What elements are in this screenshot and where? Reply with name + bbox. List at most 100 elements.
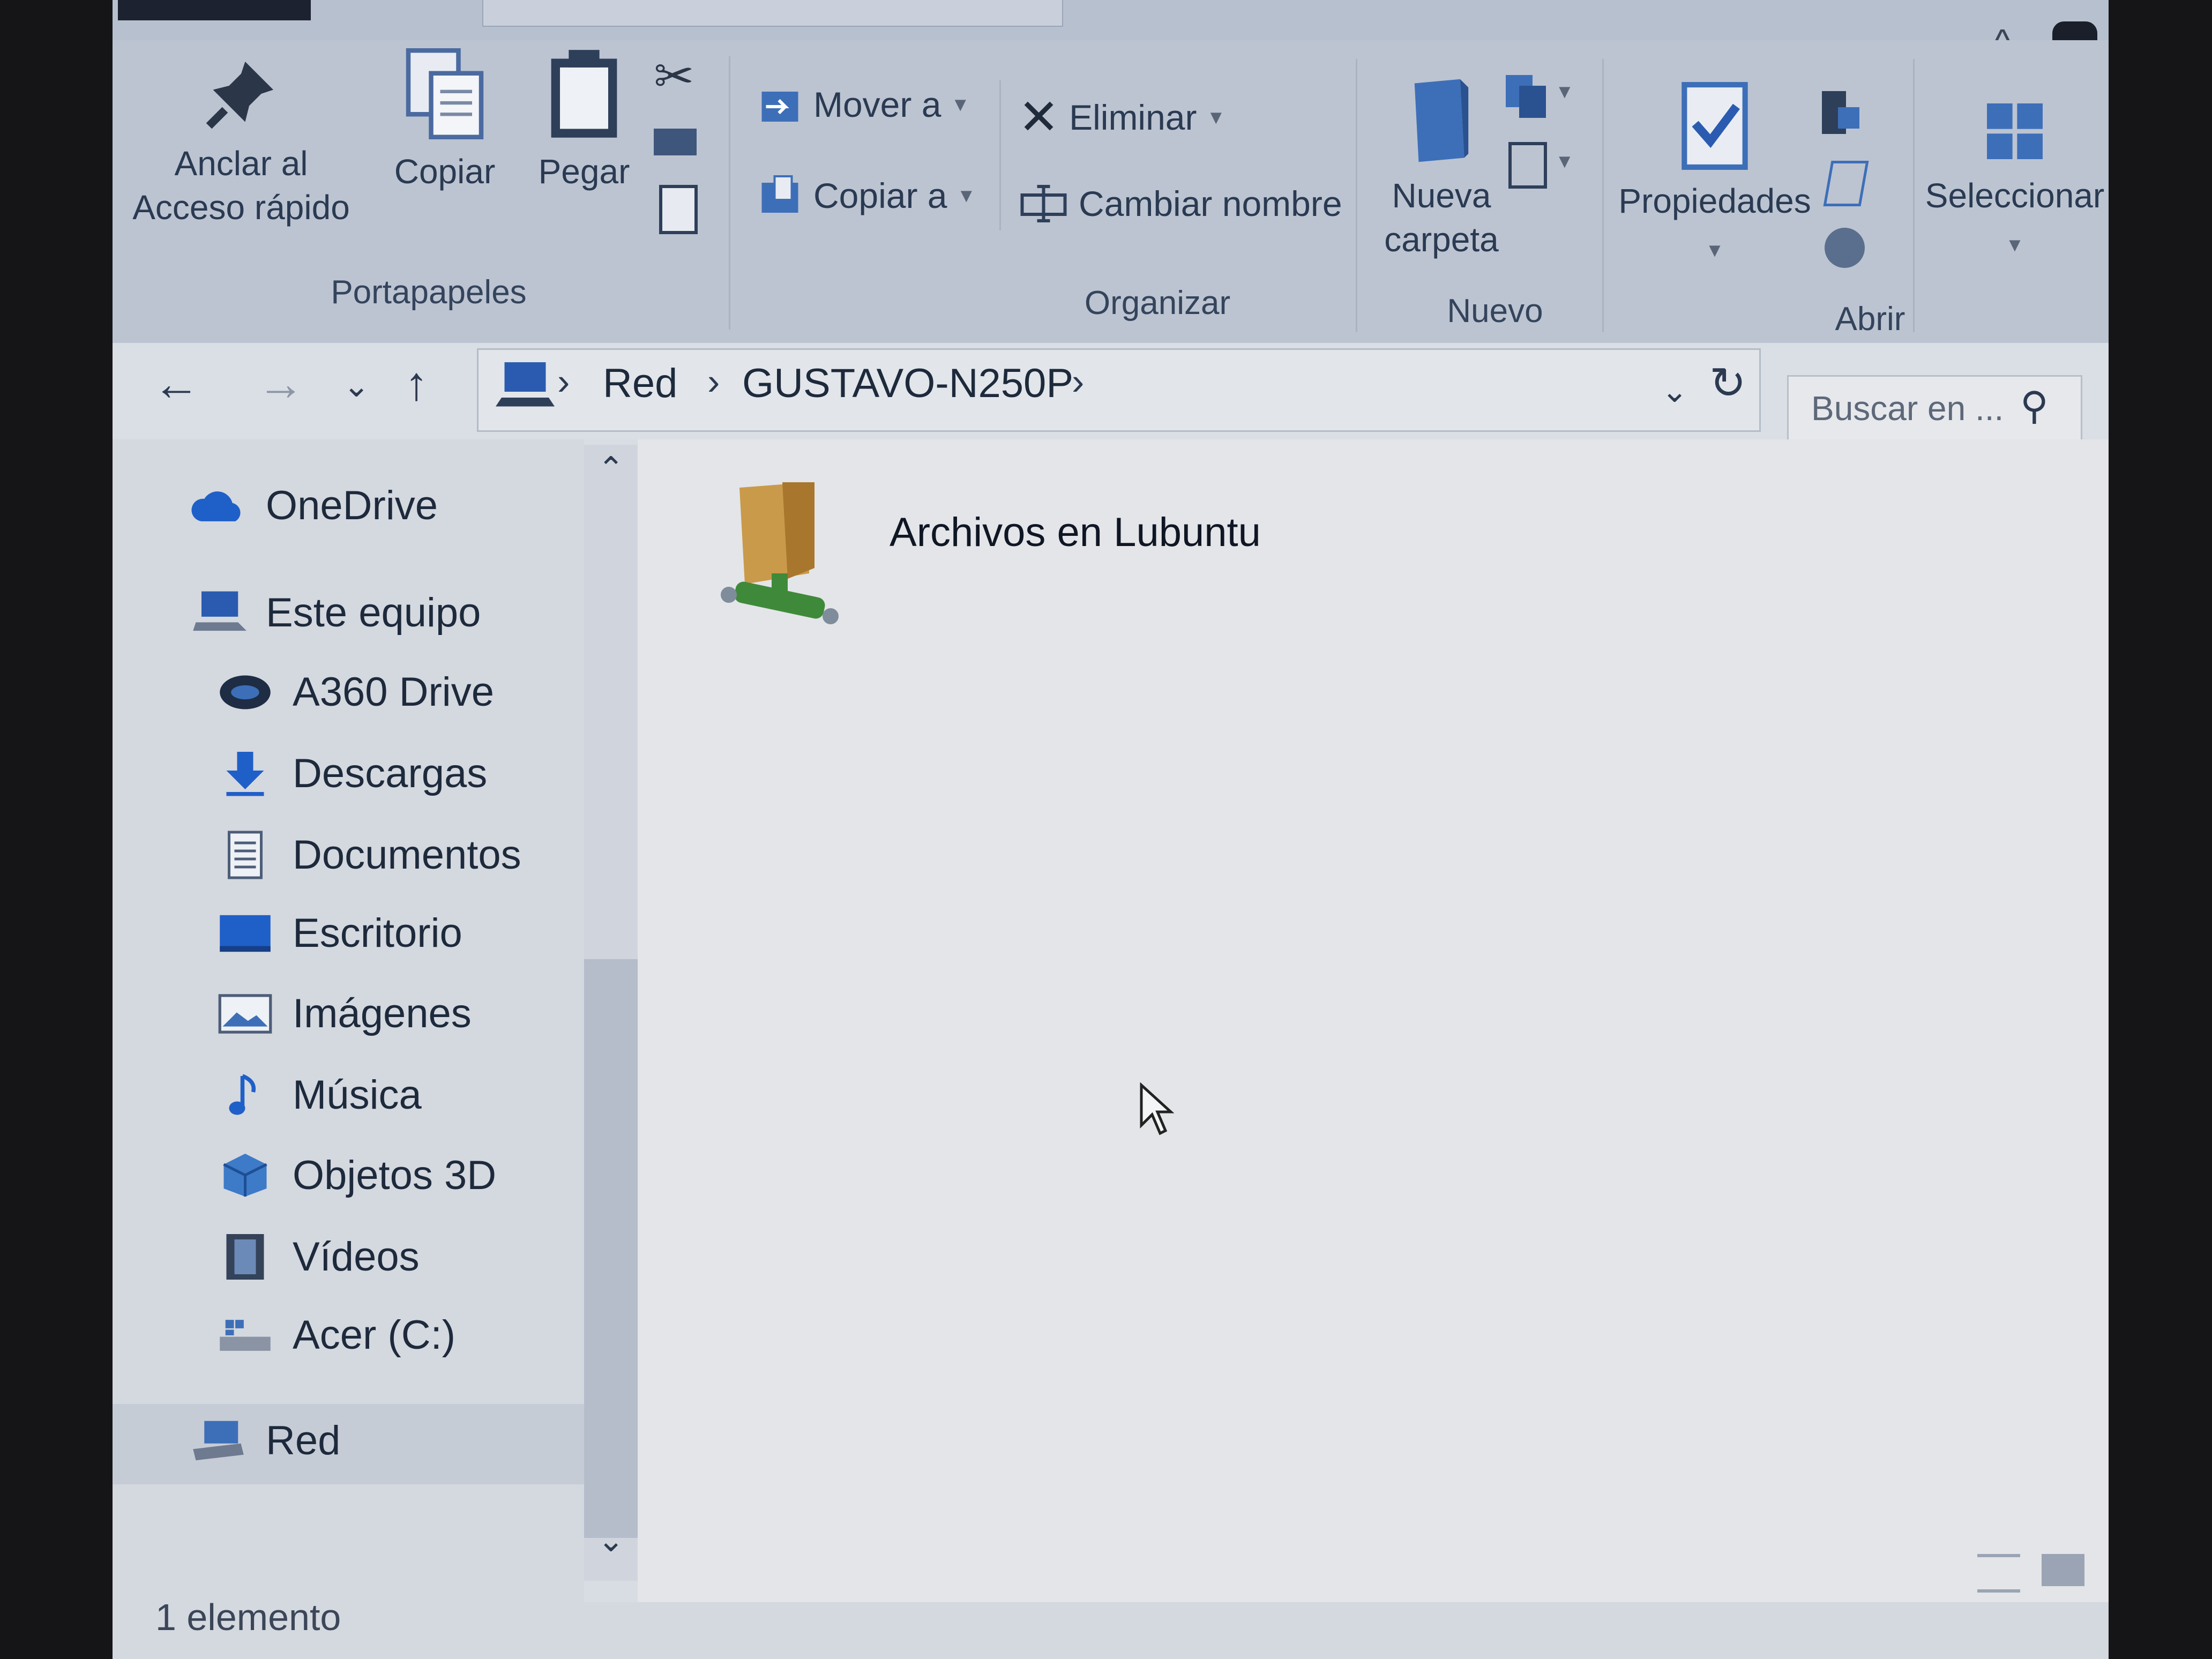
desktop-icon xyxy=(220,915,271,952)
search-placeholder: Buscar en ... xyxy=(1811,389,2004,428)
pin-label-line2: Acceso rápido xyxy=(132,188,350,227)
breadcrumb-chevron-icon[interactable]: › xyxy=(1072,360,1084,403)
copy-label: Copiar xyxy=(394,152,496,191)
tab-archivo[interactable] xyxy=(118,0,311,20)
delete-label: Eliminar xyxy=(1069,97,1197,137)
pin-quick-access-button[interactable]: Anclar al Acceso rápido xyxy=(123,54,359,229)
breadcrumb-red[interactable]: Red xyxy=(603,360,677,407)
properties-label: Propiedades xyxy=(1618,182,1811,220)
chevron-down-icon: ▼ xyxy=(956,184,976,206)
network-icon xyxy=(193,1421,244,1461)
easy-access-icon[interactable]: ▼ xyxy=(1506,139,1574,189)
group-separator xyxy=(1602,59,1604,332)
copy-to-button[interactable]: Copiar a ▼ xyxy=(758,174,976,217)
sidebar-item-label: Imágenes xyxy=(293,991,472,1036)
group-separator xyxy=(729,56,730,330)
copy-to-icon xyxy=(761,175,798,213)
scroll-up-chevron-icon[interactable]: ⌃ xyxy=(597,450,624,488)
select-button[interactable]: Seleccionar ▼ xyxy=(1918,96,2109,267)
forward-arrow-icon[interactable]: → xyxy=(257,356,304,411)
select-grid-icon xyxy=(1987,103,2043,159)
sidebar-item-label: Red xyxy=(266,1418,341,1463)
sidebar-item-label: A360 Drive xyxy=(293,669,494,715)
breadcrumb-chevron-icon: › xyxy=(557,361,570,402)
tab-inicio[interactable] xyxy=(482,0,1063,27)
copy-to-label: Copiar a xyxy=(813,176,947,215)
recent-locations-chevron-icon[interactable]: ⌄ xyxy=(343,367,370,405)
scroll-down-chevron-icon[interactable]: ⌄ xyxy=(597,1522,624,1559)
sidebar-item-label: Música xyxy=(293,1072,422,1118)
large-icons-view-icon[interactable] xyxy=(2042,1554,2084,1586)
sidebar-item-este-equipo[interactable]: Este equipo xyxy=(190,588,481,637)
up-arrow-icon[interactable]: ↑ xyxy=(405,356,428,411)
history-icon[interactable] xyxy=(1825,228,1865,268)
chevron-down-icon: ▼ xyxy=(2005,234,2024,256)
group-separator xyxy=(1913,59,1915,332)
nav-scrollbar-thumb[interactable] xyxy=(584,959,638,1538)
refresh-icon[interactable]: ↻ xyxy=(1709,358,1746,409)
copy-path-icon[interactable] xyxy=(654,129,697,155)
shared-folder-icon xyxy=(721,482,839,624)
sidebar-item-label: Acer (C:) xyxy=(293,1312,455,1358)
sidebar-item-objetos-3d[interactable]: Objetos 3D xyxy=(217,1151,496,1199)
breadcrumb-gustavo[interactable]: GUSTAVO-N250P xyxy=(742,360,1073,407)
sidebar-item-label: Vídeos xyxy=(293,1234,420,1280)
details-view-icon[interactable] xyxy=(1977,1554,2020,1593)
pin-label-line1: Anclar al xyxy=(174,144,308,183)
back-arrow-icon[interactable]: ← xyxy=(153,356,200,411)
film-icon xyxy=(226,1234,264,1280)
paste-shortcut-icon[interactable] xyxy=(659,185,698,234)
properties-button[interactable]: Propiedades ▼ xyxy=(1613,80,1817,272)
rename-button[interactable]: Cambiar nombre xyxy=(1018,182,1342,225)
rename-label: Cambiar nombre xyxy=(1079,184,1342,223)
chevron-down-icon: ▼ xyxy=(1705,239,1724,261)
delete-x-icon: ✕ xyxy=(1018,90,1060,145)
group-label-abrir: Abrir xyxy=(1835,301,1905,338)
sidebar-item-a360-drive[interactable]: A360 Drive xyxy=(217,669,494,715)
document-icon xyxy=(228,831,263,879)
cube-3d-icon xyxy=(223,1154,267,1197)
pin-icon xyxy=(206,62,273,129)
move-to-label: Mover a xyxy=(813,85,941,124)
sidebar-item-escritorio[interactable]: Escritorio xyxy=(217,910,462,956)
status-item-count: 1 elemento xyxy=(155,1596,341,1638)
sidebar-item-imagenes[interactable]: Imágenes xyxy=(217,990,472,1037)
select-label: Seleccionar xyxy=(1925,176,2105,215)
a360-drive-icon xyxy=(220,675,271,709)
edit-icon[interactable] xyxy=(1823,161,1869,206)
network-computer-icon xyxy=(496,362,555,407)
cut-icon[interactable]: ✂ xyxy=(654,48,694,104)
sidebar-item-descargas[interactable]: Descargas xyxy=(217,749,487,797)
address-dropdown-chevron-icon[interactable]: ⌄ xyxy=(1661,372,1688,410)
group-label-portapapeles: Portapapeles xyxy=(331,274,527,311)
new-folder-button[interactable]: Nueva carpeta xyxy=(1369,75,1514,261)
sidebar-item-label: Este equipo xyxy=(266,589,481,636)
group-label-organizar: Organizar xyxy=(1084,285,1231,322)
music-note-icon xyxy=(229,1074,256,1115)
sidebar-item-red[interactable]: Red xyxy=(190,1417,340,1464)
move-to-icon xyxy=(761,92,798,122)
mouse-pointer-icon xyxy=(1140,1082,1175,1135)
new-folder-line1: Nueva xyxy=(1392,176,1491,215)
open-icon[interactable] xyxy=(1822,91,1870,139)
sidebar-item-acer-c[interactable]: Acer (C:) xyxy=(217,1312,455,1358)
drive-icon xyxy=(220,1319,271,1351)
move-to-button[interactable]: Mover a ▼ xyxy=(758,83,970,126)
download-arrow-icon xyxy=(226,752,264,796)
new-item-icon[interactable]: ▼ xyxy=(1506,75,1574,118)
paste-label: Pegar xyxy=(538,152,630,191)
sidebar-item-onedrive[interactable]: OneDrive xyxy=(190,482,438,529)
chevron-down-icon: ▼ xyxy=(1206,106,1226,128)
rename-icon xyxy=(1020,185,1067,222)
new-folder-line2: carpeta xyxy=(1384,220,1499,259)
cloud-icon xyxy=(191,491,241,521)
file-item-label[interactable]: Archivos en Lubuntu xyxy=(890,509,1261,556)
sidebar-item-musica[interactable]: Música xyxy=(217,1071,422,1119)
copy-button[interactable]: Copiar xyxy=(380,46,509,193)
sidebar-item-videos[interactable]: Vídeos xyxy=(217,1231,420,1282)
sidebar-item-documentos[interactable]: Documentos xyxy=(217,829,521,880)
paste-button[interactable]: Pegar xyxy=(520,46,648,193)
delete-button[interactable]: ✕ Eliminar ▼ xyxy=(1018,88,1225,146)
nav-selected-highlight xyxy=(113,1404,584,1484)
search-icon[interactable]: ⚲ xyxy=(2020,383,2049,428)
